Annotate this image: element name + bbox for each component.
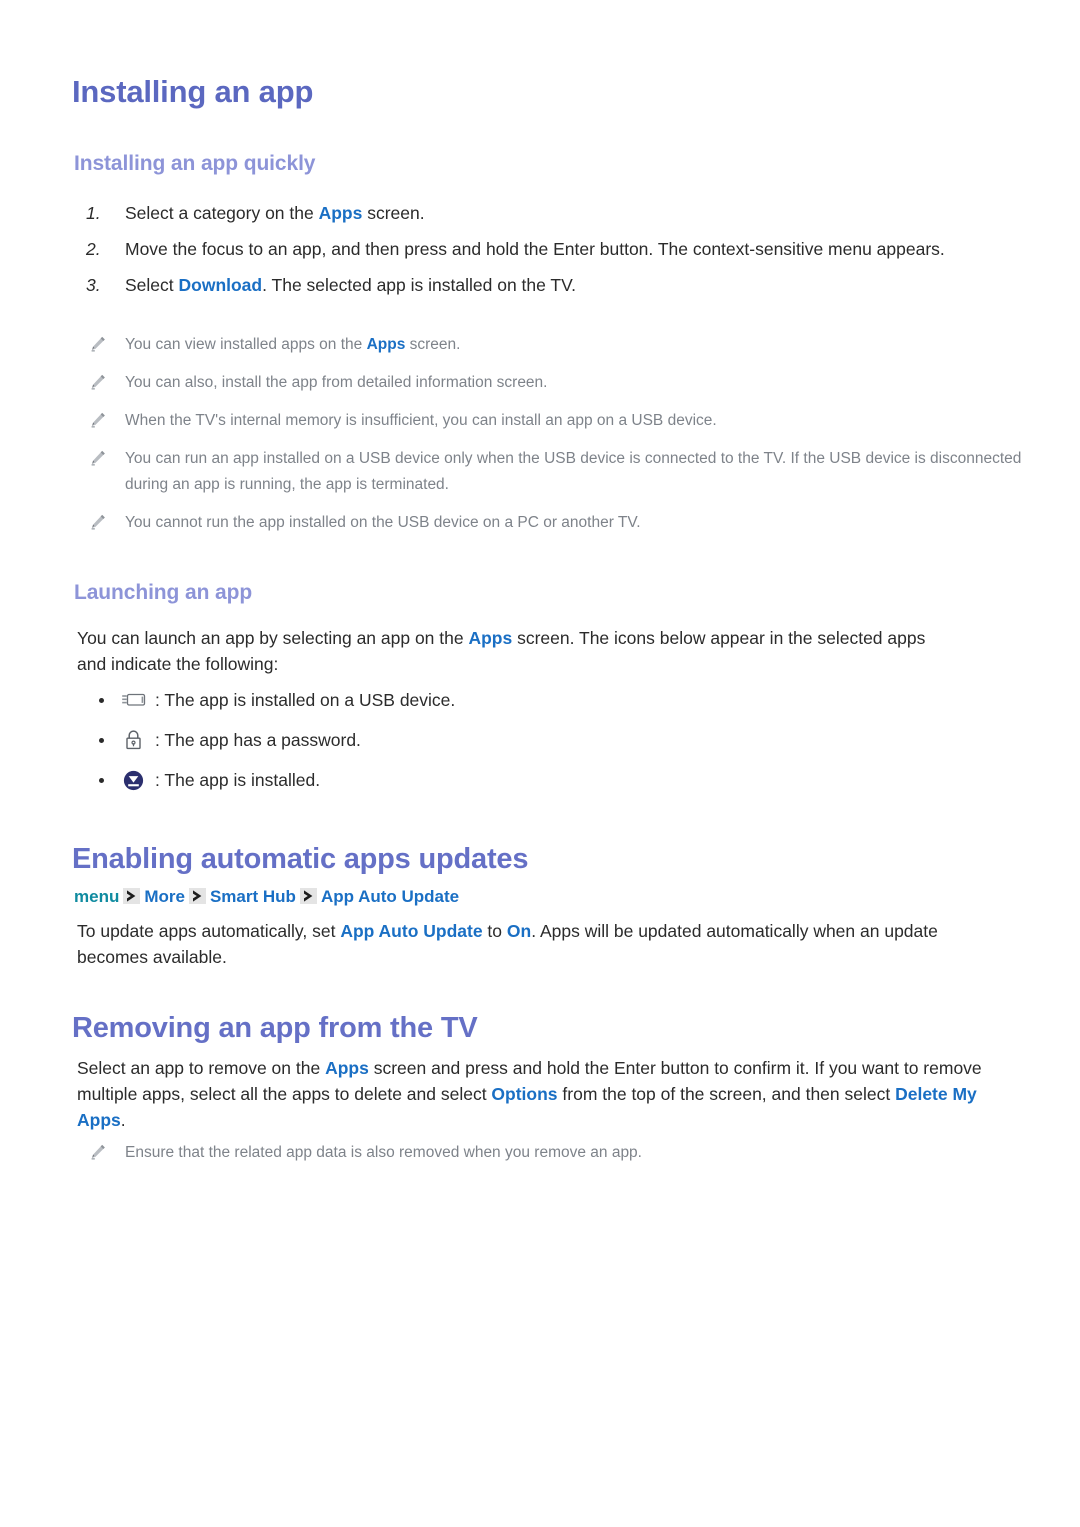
list-item: 3. Select Download. The selected app is … xyxy=(78,270,998,300)
breadcrumb-item-app-auto-update[interactable]: App Auto Update xyxy=(321,887,459,906)
step-text-pre: Select xyxy=(125,275,179,295)
list-item: : The app is installed. xyxy=(88,766,688,795)
inline-link-apps[interactable]: Apps xyxy=(319,203,363,223)
auto-update-paragraph: To update apps automatically, set App Au… xyxy=(77,918,995,970)
lock-icon xyxy=(121,729,147,752)
paragraph-text-pre: To update apps automatically, set xyxy=(77,921,341,941)
pencil-icon xyxy=(89,411,107,429)
breadcrumb: menu More Smart Hub App Auto Update xyxy=(74,886,459,908)
inline-link-apps[interactable]: Apps xyxy=(468,628,512,648)
section-heading-removing: Removing an app from the TV xyxy=(72,1012,478,1044)
note-item: You can run an app installed on a USB de… xyxy=(78,446,1050,498)
bullet-dot xyxy=(99,738,104,743)
pencil-icon xyxy=(89,449,107,467)
breadcrumb-item-menu[interactable]: menu xyxy=(74,887,119,906)
pencil-icon xyxy=(89,335,107,353)
chevron-right-icon xyxy=(299,888,317,904)
note-list-removing: Ensure that the related app data is also… xyxy=(78,1140,978,1178)
breadcrumb-item-smart-hub[interactable]: Smart Hub xyxy=(210,887,296,906)
section-heading-launching: Launching an app xyxy=(74,581,253,604)
step-text-post: . The selected app is installed on the T… xyxy=(262,275,577,295)
page-title: Installing an app xyxy=(72,74,314,109)
step-text-pre: Move the focus to an app, and then press… xyxy=(125,239,945,259)
note-text-post: screen. xyxy=(405,336,461,353)
removing-paragraph: Select an app to remove on the Apps scre… xyxy=(77,1055,997,1133)
legend-text: : The app has a password. xyxy=(155,730,361,750)
step-text-post: screen. xyxy=(362,203,425,223)
note-text: You cannot run the app installed on the … xyxy=(125,514,641,531)
inline-link-app-auto-update[interactable]: App Auto Update xyxy=(340,921,482,941)
note-text: You can also, install the app from detai… xyxy=(125,374,548,391)
inline-link-on[interactable]: On xyxy=(507,921,531,941)
inline-link-download[interactable]: Download xyxy=(179,275,263,295)
launching-intro-paragraph: You can launch an app by selecting an ap… xyxy=(77,625,947,677)
document-page: Installing an app Installing an app quic… xyxy=(0,0,1080,1527)
note-text: You can run an app installed on a USB de… xyxy=(125,450,1022,493)
paragraph-text-4: . xyxy=(120,1110,126,1130)
note-text-pre: You can view installed apps on the xyxy=(125,336,367,353)
inline-link-apps[interactable]: Apps xyxy=(367,336,406,353)
bullet-dot xyxy=(99,778,104,783)
download-badge-icon xyxy=(121,769,147,792)
paragraph-text-mid: to xyxy=(482,921,507,941)
pencil-icon xyxy=(89,1143,107,1161)
chevron-right-icon xyxy=(123,888,141,904)
list-item: 1. Select a category on the Apps screen. xyxy=(78,198,998,228)
step-number: 3. xyxy=(86,275,101,295)
inline-link-apps[interactable]: Apps xyxy=(325,1058,369,1078)
list-item: 2. Move the focus to an app, and then pr… xyxy=(78,234,1030,264)
intro-text-pre: You can launch an app by selecting an ap… xyxy=(77,628,469,648)
pencil-icon xyxy=(89,513,107,531)
paragraph-text-1: Select an app to remove on the xyxy=(77,1058,326,1078)
step-text-pre: Select a category on the xyxy=(125,203,319,223)
list-item: : The app has a password. xyxy=(88,726,688,755)
step-number: 1. xyxy=(86,203,101,223)
section-heading-auto-update: Enabling automatic apps updates xyxy=(72,843,529,875)
section-heading-installing-quickly: Installing an app quickly xyxy=(74,152,316,175)
icon-legend-list: : The app is installed on a USB device. … xyxy=(88,686,688,806)
note-text: When the TV's internal memory is insuffi… xyxy=(125,412,717,429)
pencil-icon xyxy=(89,373,107,391)
inline-link-options[interactable]: Options xyxy=(491,1084,557,1104)
legend-text: : The app is installed. xyxy=(155,770,321,790)
note-item: Ensure that the related app data is also… xyxy=(78,1140,978,1166)
note-list-install: You can view installed apps on the Apps … xyxy=(78,332,1021,548)
note-item: When the TV's internal memory is insuffi… xyxy=(78,408,1008,434)
list-item: : The app is installed on a USB device. xyxy=(88,686,688,715)
paragraph-text-3: from the top of the screen, and then sel… xyxy=(557,1084,896,1104)
chevron-right-icon xyxy=(188,888,206,904)
ordered-step-list: 1. Select a category on the Apps screen.… xyxy=(78,198,998,306)
note-text: Ensure that the related app data is also… xyxy=(125,1144,642,1161)
note-item: You can also, install the app from detai… xyxy=(78,370,1008,396)
step-number: 2. xyxy=(86,239,101,259)
breadcrumb-item-more[interactable]: More xyxy=(144,887,185,906)
bullet-dot xyxy=(99,698,104,703)
note-item: You cannot run the app installed on the … xyxy=(78,510,1008,536)
legend-text: : The app is installed on a USB device. xyxy=(155,690,456,710)
note-item: You can view installed apps on the Apps … xyxy=(78,332,1008,358)
usb-device-icon xyxy=(121,689,147,712)
